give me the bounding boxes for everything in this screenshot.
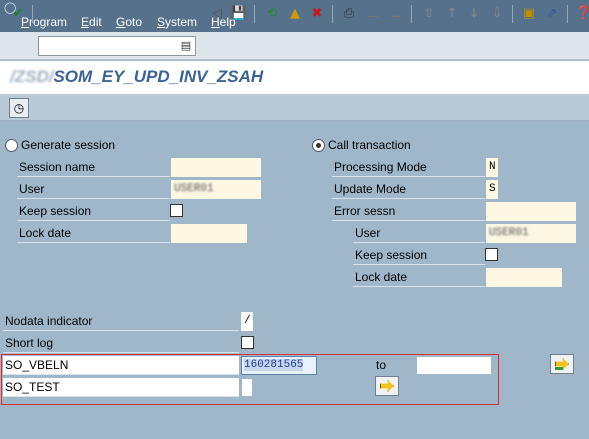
- previous-page-icon[interactable]: ↑: [443, 5, 461, 23]
- title-program-name: SOM_EY_UPD_INV_ZSAH: [53, 67, 264, 86]
- keep-session-checkbox[interactable]: [170, 204, 183, 217]
- call-keep-session-checkbox[interactable]: [485, 248, 498, 261]
- call-lock-date-input[interactable]: [486, 268, 562, 287]
- nodata-indicator-input[interactable]: /: [241, 312, 253, 331]
- new-session-icon[interactable]: ▣: [520, 5, 538, 23]
- toolbar-separator: [332, 5, 333, 23]
- user-value: USER01: [174, 183, 214, 195]
- find-next-icon[interactable]: ⚊: [387, 5, 405, 23]
- page-title: /ZSD/SOM_EY_UPD_INV_ZSAH: [10, 67, 263, 87]
- command-history-icon[interactable]: ▤: [180, 39, 192, 53]
- user-label: User: [17, 180, 170, 199]
- lock-date-input[interactable]: [171, 224, 247, 243]
- error-session-label: Error sessn: [332, 202, 485, 221]
- short-log-label: Short log: [3, 334, 239, 353]
- call-user-label: User: [353, 224, 485, 243]
- back-icon[interactable]: ◁: [208, 5, 226, 23]
- processing-mode-label: Processing Mode: [332, 158, 485, 177]
- so-vbeln-low-value: 160281565: [244, 359, 304, 371]
- selection-active-indicator: [555, 367, 563, 370]
- toolbar-separator: [512, 5, 513, 23]
- error-session-input[interactable]: [486, 202, 576, 221]
- shortcut-icon[interactable]: ⇗: [543, 5, 561, 23]
- so-vbeln-multiple-selection-button[interactable]: [550, 354, 574, 374]
- processing-mode-input[interactable]: N: [486, 158, 498, 177]
- short-log-checkbox[interactable]: [241, 336, 254, 349]
- keep-session-label: Keep session: [17, 202, 170, 221]
- so-test-input[interactable]: [241, 378, 253, 397]
- help-icon[interactable]: ❓: [575, 5, 589, 23]
- save-icon[interactable]: 💾: [230, 5, 248, 23]
- back-green-icon[interactable]: ⟲: [263, 5, 281, 23]
- session-name-input[interactable]: [171, 158, 261, 177]
- toolbar-separator: [254, 5, 255, 23]
- update-mode-input[interactable]: S: [486, 180, 498, 199]
- so-vbeln-low-input[interactable]: 160281565: [241, 356, 317, 375]
- so-test-multiple-selection-button[interactable]: [375, 376, 399, 396]
- session-name-label: Session name: [17, 158, 170, 177]
- find-icon[interactable]: ⚊: [364, 5, 382, 23]
- toolbar-separator: [411, 5, 412, 23]
- so-vbeln-high-input[interactable]: [416, 356, 492, 375]
- last-page-icon[interactable]: ⇩: [488, 5, 506, 23]
- menu-goto[interactable]: Goto: [116, 15, 142, 29]
- title-prefix: /ZSD/: [10, 67, 54, 86]
- print-icon[interactable]: ⎙: [340, 5, 358, 23]
- nodata-indicator-label: Nodata indicator: [3, 312, 239, 331]
- call-user-input[interactable]: USER01: [486, 224, 576, 243]
- execute-clock-icon[interactable]: ◷: [9, 98, 29, 118]
- next-page-icon[interactable]: ↓: [465, 5, 483, 23]
- generate-session-radio[interactable]: [5, 139, 18, 152]
- call-transaction-label: Call transaction: [328, 138, 411, 152]
- exit-icon[interactable]: ▲: [286, 5, 304, 23]
- call-transaction-radio[interactable]: [312, 139, 325, 152]
- update-mode-label: Update Mode: [332, 180, 485, 199]
- enter-icon[interactable]: ✔: [9, 5, 27, 23]
- menu-system[interactable]: System: [157, 15, 197, 29]
- generate-session-label: Generate session: [21, 138, 116, 152]
- lock-date-label: Lock date: [17, 224, 170, 243]
- arrow-right-icon: [380, 380, 394, 392]
- so-test-label: SO_TEST: [3, 378, 239, 397]
- call-keep-session-label: Keep session: [353, 246, 485, 265]
- so-vbeln-to-label: to: [376, 358, 387, 372]
- menu-edit[interactable]: Edit: [81, 15, 102, 29]
- call-lock-date-label: Lock date: [353, 268, 485, 287]
- so-vbeln-label: SO_VBELN: [3, 356, 239, 375]
- toolbar-separator: [567, 5, 568, 23]
- first-page-icon[interactable]: ⇧: [420, 5, 438, 23]
- menu-program[interactable]: Program: [21, 15, 67, 29]
- cancel-icon[interactable]: ✖: [308, 5, 326, 23]
- command-field[interactable]: [38, 36, 196, 56]
- user-input[interactable]: USER01: [171, 180, 261, 199]
- toolbar-separator: [32, 5, 33, 23]
- call-user-value: USER01: [489, 227, 529, 239]
- application-toolbar: [0, 94, 589, 121]
